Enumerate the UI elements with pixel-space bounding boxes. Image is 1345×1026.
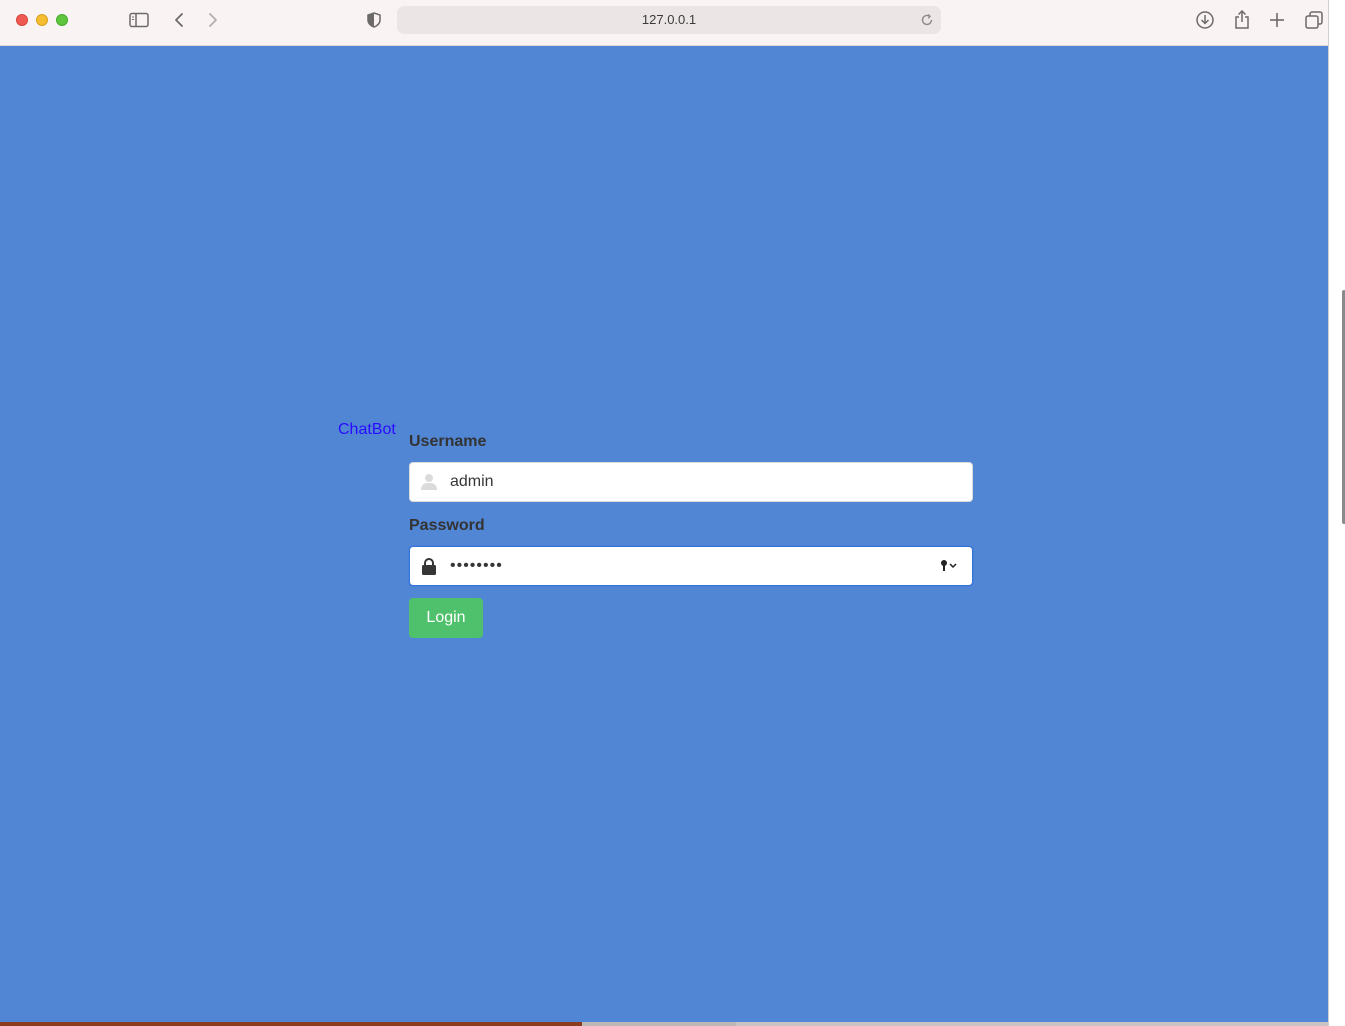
lock-icon: [420, 557, 438, 575]
sidebar-icon[interactable]: [127, 8, 151, 32]
user-icon: [420, 473, 438, 491]
username-value: admin: [450, 473, 494, 490]
minimize-window-button[interactable]: [36, 14, 48, 26]
password-field[interactable]: ••••••••: [409, 546, 973, 586]
browser-window: 127.0.0.1 ChatBot Username admin Passwor…: [0, 0, 1328, 1022]
download-icon[interactable]: [1193, 8, 1217, 32]
url-text: 127.0.0.1: [641, 12, 697, 27]
plus-icon[interactable]: [1265, 8, 1289, 32]
chevron-left-icon[interactable]: [167, 8, 191, 32]
background-window-strip: [0, 1022, 1328, 1026]
password-label: Password: [409, 517, 485, 534]
username-field[interactable]: admin: [409, 462, 973, 502]
password-key-icon[interactable]: [940, 558, 960, 574]
background-strip-mid: [582, 1022, 736, 1026]
reload-icon[interactable]: [919, 12, 935, 28]
brand-link[interactable]: ChatBot: [338, 420, 396, 440]
background-strip-dark: [0, 1022, 582, 1026]
close-window-button[interactable]: [16, 14, 28, 26]
username-label: Username: [409, 433, 487, 450]
browser-toolbar: 127.0.0.1: [0, 0, 1328, 46]
zoom-window-button[interactable]: [56, 14, 68, 26]
chevron-right-icon[interactable]: [201, 8, 225, 32]
adjacent-window-edge: [1328, 0, 1345, 1026]
password-value: ••••••••: [450, 557, 503, 574]
address-bar[interactable]: 127.0.0.1: [397, 6, 941, 34]
share-icon[interactable]: [1230, 8, 1254, 32]
shield-icon[interactable]: [362, 8, 386, 32]
tabs-overview-icon[interactable]: [1302, 8, 1326, 32]
login-button[interactable]: Login: [409, 598, 483, 638]
